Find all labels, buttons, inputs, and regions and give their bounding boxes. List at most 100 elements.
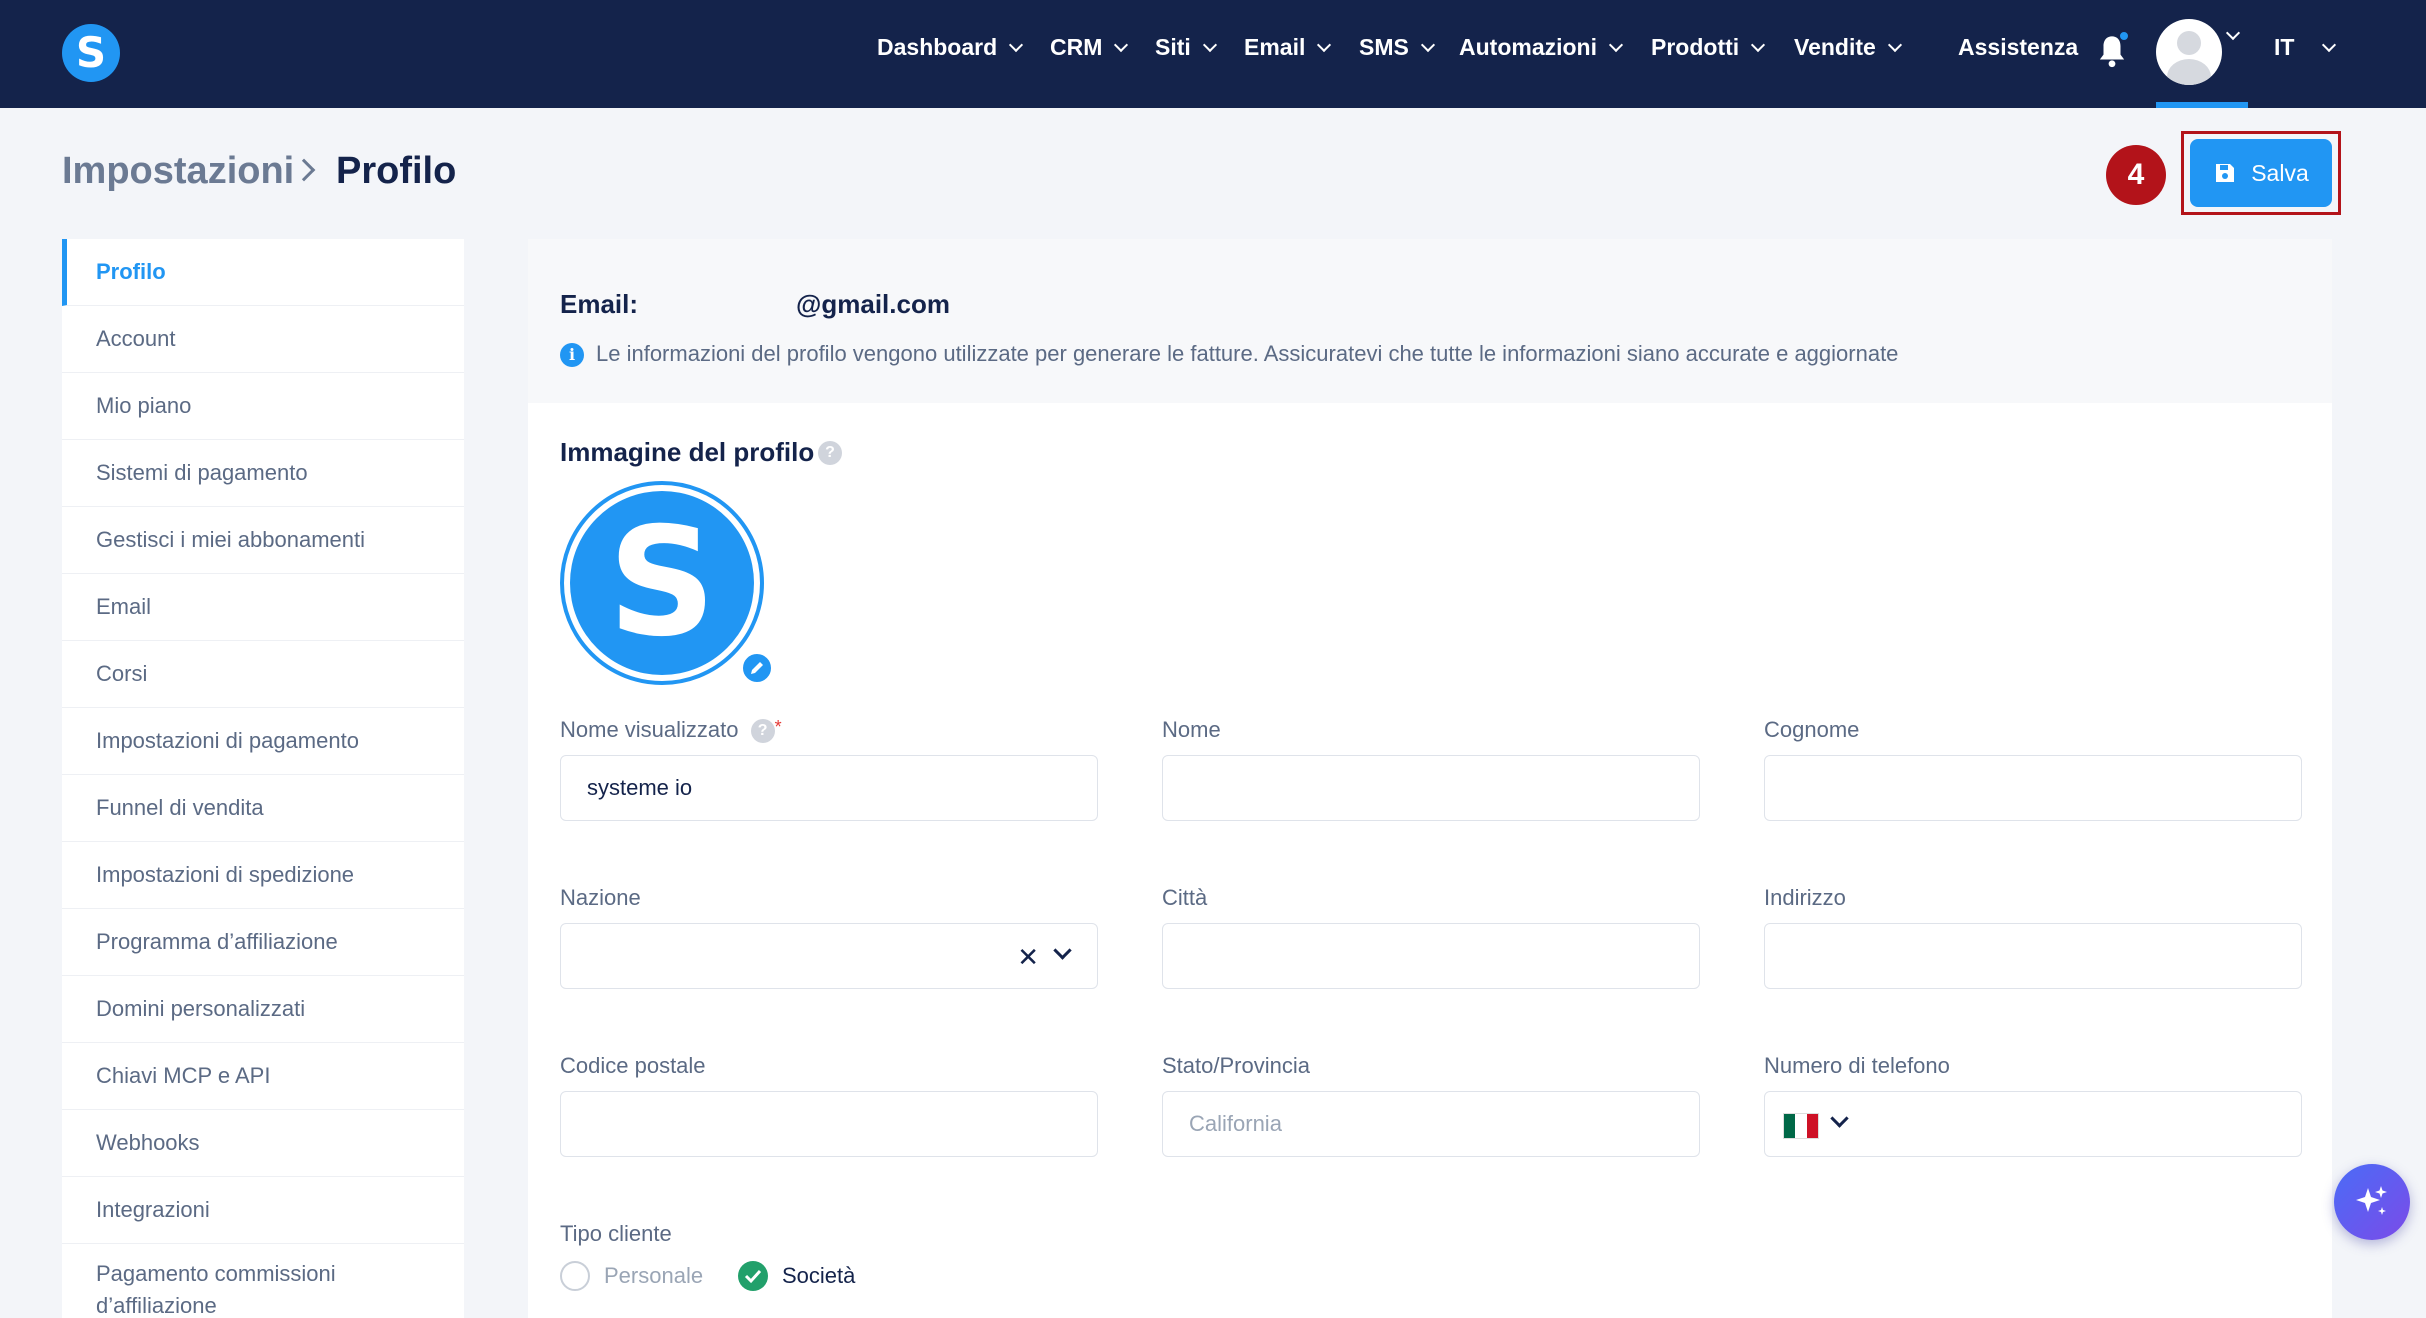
profile-image[interactable]: S bbox=[560, 481, 764, 685]
nav-siti-label: Siti bbox=[1155, 34, 1191, 60]
floppy-disk-icon bbox=[2216, 164, 2235, 182]
save-button[interactable]: Salva bbox=[2190, 139, 2332, 207]
user-menu-toggle[interactable] bbox=[2225, 25, 2241, 41]
sidebar-item-account[interactable]: Account bbox=[62, 306, 464, 373]
settings-sidebar: Profilo Account Mio piano Sistemi di pag… bbox=[62, 239, 464, 1318]
step-number-badge: 4 bbox=[2106, 145, 2166, 205]
info-icon: i bbox=[560, 343, 584, 367]
first-name-input[interactable] bbox=[1162, 755, 1700, 821]
first-name-label: Nome bbox=[1162, 717, 1221, 742]
postal-code-label: Codice postale bbox=[560, 1053, 706, 1078]
nav-prodotti-label: Prodotti bbox=[1651, 34, 1740, 60]
clear-icon[interactable]: ✕ bbox=[1017, 942, 1039, 973]
profile-image-title: Immagine del profilo bbox=[560, 437, 815, 467]
language-label: IT bbox=[2274, 34, 2295, 60]
pencil-icon bbox=[751, 662, 763, 674]
help-icon[interactable]: ? bbox=[750, 719, 775, 744]
nav-assistenza[interactable]: Assistenza bbox=[1958, 34, 2078, 61]
postal-code-input[interactable] bbox=[560, 1091, 1098, 1157]
nav-dashboard-label: Dashboard bbox=[877, 34, 998, 60]
radio-personale-label[interactable]: Personale bbox=[604, 1263, 703, 1289]
chevron-down-icon bbox=[1608, 37, 1624, 52]
breadcrumb-chevron-icon bbox=[292, 158, 316, 182]
city-label: Città bbox=[1162, 885, 1208, 910]
country-select[interactable]: ✕ bbox=[560, 923, 1098, 989]
sidebar-item-commissioni[interactable]: Pagamento commissioni d’affiliazione bbox=[62, 1244, 382, 1318]
checkmark-icon bbox=[744, 1269, 762, 1284]
radio-personale[interactable] bbox=[560, 1261, 590, 1291]
profile-panel: Email: @gmail.com i Le informazioni del … bbox=[528, 239, 2332, 1318]
sidebar-item-corsi[interactable]: Corsi bbox=[62, 641, 464, 708]
nav-email-label: Email bbox=[1244, 34, 1306, 60]
sidebar-item-mio-piano[interactable]: Mio piano bbox=[62, 373, 464, 440]
user-avatar[interactable] bbox=[2156, 19, 2222, 85]
language-selector[interactable]: IT bbox=[2274, 34, 2337, 61]
phone-input[interactable] bbox=[1764, 1091, 2302, 1157]
avatar-head-shape bbox=[2177, 31, 2201, 55]
city-input[interactable] bbox=[1162, 923, 1700, 989]
chevron-down-icon bbox=[1887, 37, 1902, 52]
radio-societa-label[interactable]: Società bbox=[782, 1263, 855, 1289]
chevron-down-icon bbox=[2225, 25, 2241, 41]
sidebar-item-impostazioni-pagamento[interactable]: Impostazioni di pagamento bbox=[62, 708, 464, 775]
customer-type-label: Tipo cliente bbox=[560, 1221, 672, 1246]
sidebar-item-webhooks[interactable]: Webhooks bbox=[62, 1110, 464, 1177]
chevron-down-icon bbox=[1009, 37, 1024, 52]
address-input[interactable] bbox=[1764, 923, 2302, 989]
top-navbar: S Dashboard CRM Siti Email SMS Automazio… bbox=[0, 0, 2426, 108]
sidebar-item-email[interactable]: Email bbox=[62, 574, 464, 641]
sidebar-item-chiavi-api[interactable]: Chiavi MCP e API bbox=[62, 1043, 464, 1110]
nav-vendite[interactable]: Vendite bbox=[1794, 34, 1902, 61]
save-button-label: Salva bbox=[2251, 159, 2309, 186]
edit-profile-image-button[interactable] bbox=[740, 651, 774, 685]
nav-automazioni[interactable]: Automazioni bbox=[1459, 34, 1624, 61]
nav-crm[interactable]: CRM bbox=[1050, 34, 1129, 61]
state-input[interactable]: California bbox=[1162, 1091, 1700, 1157]
display-name-label: Nome visualizzato ? * bbox=[560, 717, 782, 744]
mexico-flag-icon[interactable] bbox=[1783, 1113, 1819, 1139]
nav-prodotti[interactable]: Prodotti bbox=[1651, 34, 1766, 61]
profile-info-header: Email: @gmail.com i Le informazioni del … bbox=[528, 239, 2332, 403]
nav-automazioni-label: Automazioni bbox=[1459, 34, 1597, 60]
radio-societa[interactable] bbox=[738, 1261, 768, 1291]
chevron-down-icon[interactable] bbox=[1830, 1109, 1849, 1128]
email-value: @gmail.com bbox=[796, 289, 950, 319]
chevron-down-icon[interactable] bbox=[1053, 941, 1072, 960]
help-icon[interactable]: ? bbox=[818, 441, 842, 465]
ai-assistant-button[interactable] bbox=[2334, 1164, 2410, 1240]
last-name-input[interactable] bbox=[1764, 755, 2302, 821]
chevron-down-icon bbox=[1114, 37, 1129, 52]
chevron-down-icon bbox=[1317, 37, 1332, 52]
sidebar-item-profilo[interactable]: Profilo bbox=[62, 239, 464, 306]
sidebar-item-domini[interactable]: Domini personalizzati bbox=[62, 976, 464, 1043]
chevron-down-icon bbox=[1420, 37, 1435, 52]
display-name-input[interactable]: systeme io bbox=[560, 755, 1098, 821]
required-asterisk: * bbox=[774, 717, 782, 737]
sidebar-item-affiliazione[interactable]: Programma d’affiliazione bbox=[62, 909, 464, 976]
profile-info-text: Le informazioni del profilo vengono util… bbox=[596, 341, 1899, 366]
display-name-label-text: Nome visualizzato bbox=[560, 717, 739, 742]
sidebar-item-abbonamenti[interactable]: Gestisci i miei abbonamenti bbox=[62, 507, 464, 574]
nav-dashboard[interactable]: Dashboard bbox=[877, 34, 1024, 61]
sidebar-item-integrazioni[interactable]: Integrazioni bbox=[62, 1177, 464, 1244]
breadcrumb-parent[interactable]: Impostazioni bbox=[62, 150, 294, 193]
nav-crm-label: CRM bbox=[1050, 34, 1103, 60]
email-label: Email: bbox=[560, 289, 639, 319]
nav-siti[interactable]: Siti bbox=[1155, 34, 1217, 61]
sparkles-icon bbox=[2356, 1186, 2387, 1215]
page-title: Profilo bbox=[336, 150, 457, 192]
nav-sms-label: SMS bbox=[1359, 34, 1409, 60]
sidebar-item-funnel-vendita[interactable]: Funnel di vendita bbox=[62, 775, 464, 842]
phone-label: Numero di telefono bbox=[1764, 1053, 1950, 1078]
state-label: Stato/Provincia bbox=[1162, 1053, 1310, 1078]
last-name-label: Cognome bbox=[1764, 717, 1860, 742]
sidebar-item-spedizione[interactable]: Impostazioni di spedizione bbox=[62, 842, 464, 909]
notification-dot bbox=[2118, 30, 2130, 42]
nav-vendite-label: Vendite bbox=[1794, 34, 1876, 60]
app-logo[interactable]: S bbox=[62, 24, 120, 82]
sidebar-item-sistemi-pagamento[interactable]: Sistemi di pagamento bbox=[62, 440, 464, 507]
nav-sms[interactable]: SMS bbox=[1359, 34, 1435, 61]
country-label: Nazione bbox=[560, 885, 641, 910]
chevron-down-icon bbox=[2322, 37, 2337, 52]
nav-email[interactable]: Email bbox=[1244, 34, 1332, 61]
